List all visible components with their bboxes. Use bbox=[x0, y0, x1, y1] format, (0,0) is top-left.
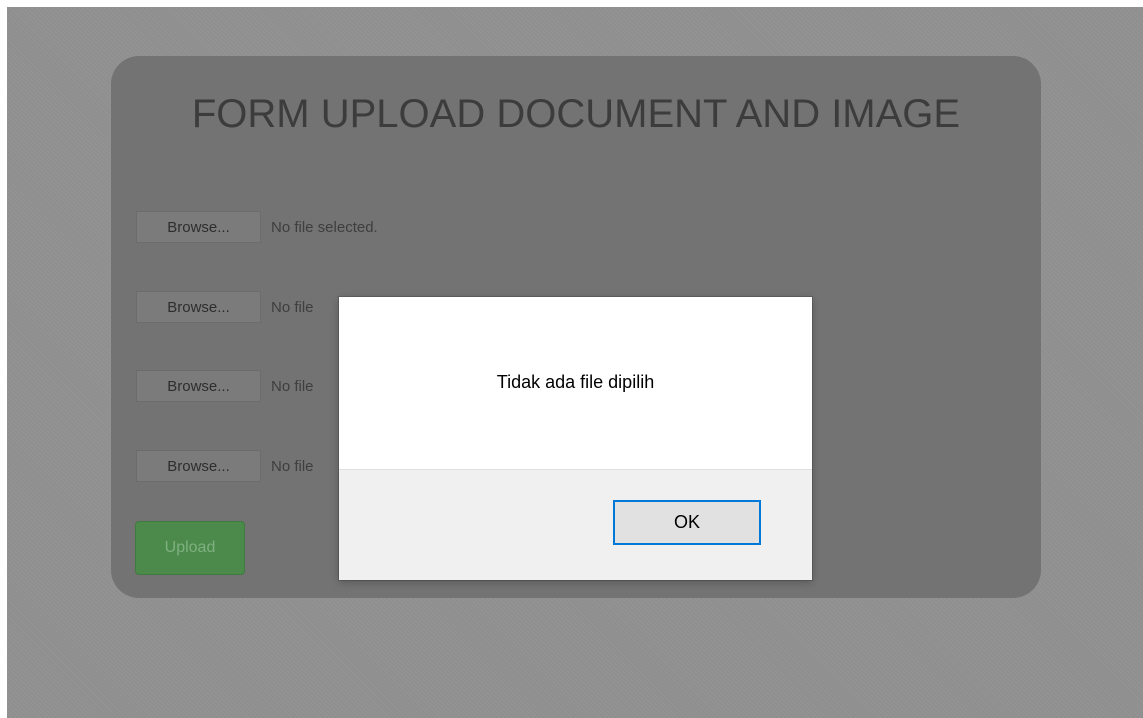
dialog-message: Tidak ada file dipilih bbox=[496, 372, 655, 392]
browse-button-1[interactable]: Browse... bbox=[136, 211, 261, 243]
file-input-row-4: Browse... No file bbox=[136, 450, 314, 482]
file-status-2: No file bbox=[271, 298, 314, 316]
file-input-row-1: Browse... No file selected. bbox=[136, 211, 378, 243]
dialog-body: Tidak ada file dipilih bbox=[339, 297, 812, 469]
ok-button[interactable]: OK bbox=[613, 500, 761, 545]
file-status-3: No file bbox=[271, 377, 314, 395]
form-title: FORM UPLOAD DOCUMENT AND IMAGE bbox=[191, 92, 961, 136]
browse-button-3[interactable]: Browse... bbox=[136, 370, 261, 402]
browse-button-2[interactable]: Browse... bbox=[136, 291, 261, 323]
upload-button[interactable]: Upload bbox=[135, 521, 245, 575]
file-status-1: No file selected. bbox=[271, 218, 378, 236]
file-input-row-2: Browse... No file bbox=[136, 291, 314, 323]
browse-button-4[interactable]: Browse... bbox=[136, 450, 261, 482]
alert-dialog: Tidak ada file dipilih OK bbox=[339, 297, 812, 580]
file-input-row-3: Browse... No file bbox=[136, 370, 314, 402]
dialog-footer: OK bbox=[339, 469, 812, 580]
file-status-4: No file bbox=[271, 457, 314, 475]
